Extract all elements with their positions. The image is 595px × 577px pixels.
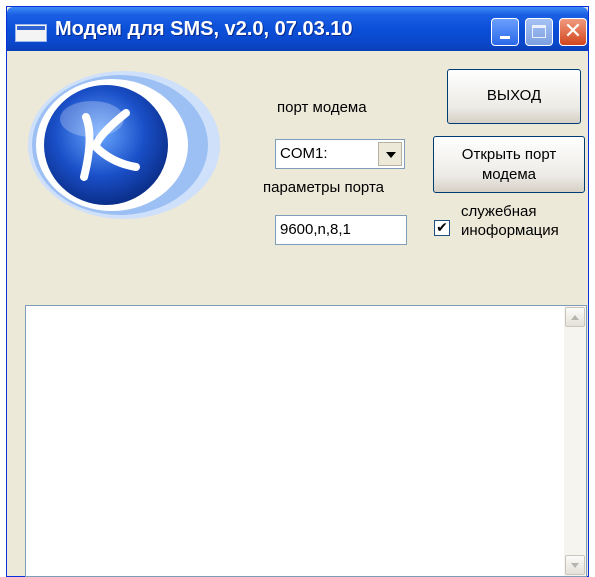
- maximize-icon: [532, 25, 546, 38]
- log-textarea[interactable]: [25, 305, 587, 577]
- service-info-checkbox[interactable]: ✔: [434, 220, 450, 236]
- scroll-down-icon[interactable]: [565, 555, 585, 575]
- port-params-label: параметры порта: [263, 179, 384, 196]
- maximize-button[interactable]: [525, 18, 553, 46]
- minimize-icon: [500, 36, 510, 39]
- port-select[interactable]: COM1:: [275, 139, 405, 169]
- open-port-label-line1: Открыть порт: [461, 146, 557, 163]
- close-icon: ✕: [563, 19, 583, 44]
- exit-button[interactable]: ВЫХОД: [447, 69, 581, 124]
- vertical-scrollbar[interactable]: [564, 306, 586, 576]
- app-window: Модем для SMS, v2.0, 07.03.10 ✕ порт мод…: [6, 6, 589, 577]
- service-info-label: служебная иноформация: [461, 203, 559, 239]
- open-port-button[interactable]: Открыть порт модема: [433, 136, 585, 193]
- open-port-label-line2: модема: [481, 166, 537, 183]
- chevron-down-icon[interactable]: [378, 142, 402, 166]
- minimize-button[interactable]: [491, 18, 519, 46]
- k-logo-icon: [28, 71, 220, 219]
- window-title: Модем для SMS, v2.0, 07.03.10: [55, 18, 353, 40]
- title-bar[interactable]: Модем для SMS, v2.0, 07.03.10 ✕: [7, 7, 588, 51]
- app-window-icon: [15, 24, 47, 42]
- close-button[interactable]: ✕: [559, 18, 587, 46]
- port-select-value: COM1:: [280, 145, 328, 162]
- scroll-up-icon[interactable]: [565, 307, 585, 327]
- port-params-field[interactable]: 9600,n,8,1: [275, 215, 407, 245]
- port-label: порт модема: [277, 99, 367, 116]
